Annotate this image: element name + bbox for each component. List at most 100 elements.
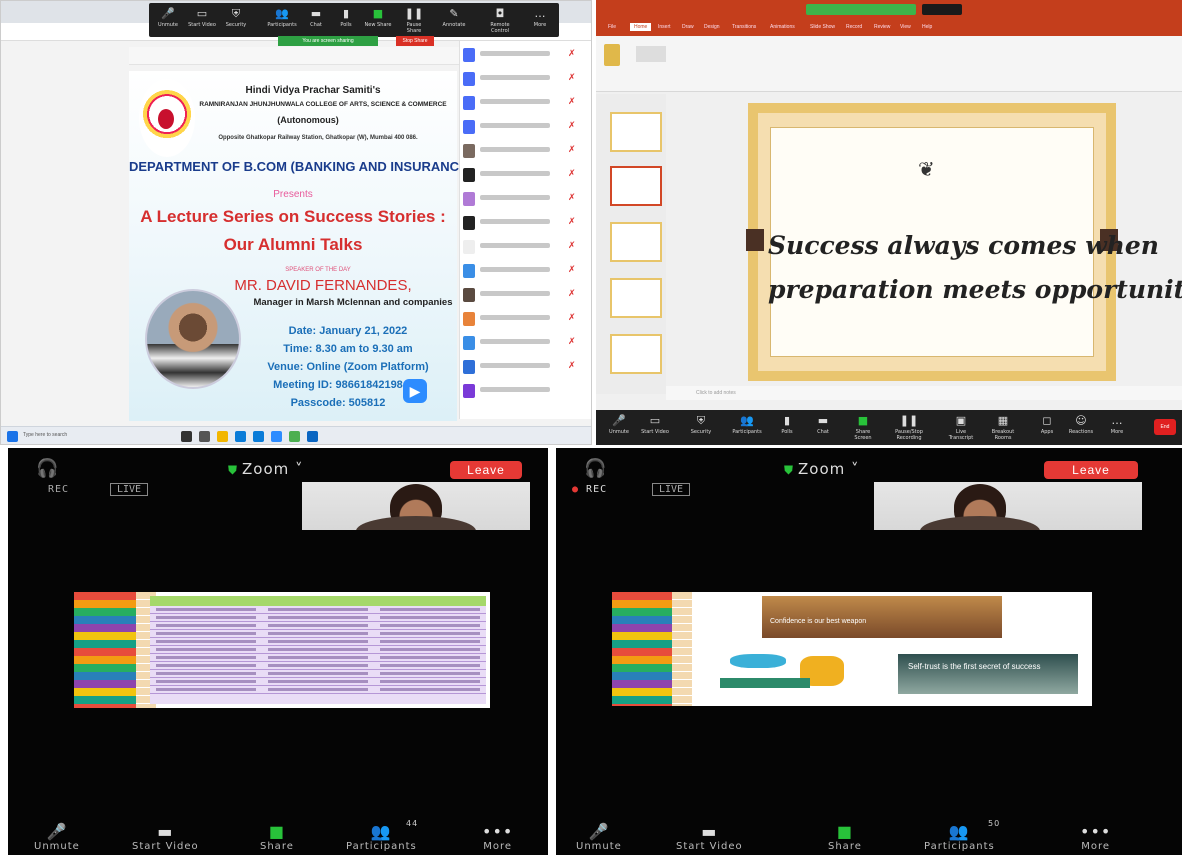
- slide-thumbnail[interactable]: [610, 278, 662, 318]
- tab-slide-show[interactable]: Slide Show: [810, 24, 835, 30]
- tab-insert[interactable]: Insert: [658, 24, 671, 30]
- headphones-icon[interactable]: 🎧: [36, 458, 58, 479]
- slide-thumbnail[interactable]: [610, 222, 662, 262]
- security-button[interactable]: ⛨ Security: [686, 413, 716, 441]
- app-icon[interactable]: [253, 431, 264, 442]
- chat-button[interactable]: ▬ Chat: [808, 413, 838, 441]
- new-share-button[interactable]: ■ New Share: [363, 6, 393, 34]
- mic-muted-icon[interactable]: ✗: [568, 360, 576, 371]
- slide-thumbnail-selected[interactable]: [610, 166, 662, 206]
- mic-muted-icon[interactable]: ✗: [568, 72, 576, 83]
- mic-muted-icon[interactable]: ✗: [568, 48, 576, 59]
- leave-button[interactable]: Leave: [450, 461, 522, 479]
- end-meeting-button[interactable]: End: [1154, 419, 1176, 435]
- mic-muted-icon[interactable]: ✗: [568, 264, 576, 275]
- participant-row[interactable]: ✗: [460, 117, 591, 137]
- pause-share-button[interactable]: ❚❚ Pause Share: [399, 6, 429, 34]
- tab-home[interactable]: Home: [630, 23, 652, 31]
- tab-draw[interactable]: Draw: [682, 24, 694, 30]
- zoom-title[interactable]: ⛊ Zoom ˅: [784, 460, 860, 478]
- taskbar-search[interactable]: Type here to search: [23, 432, 67, 438]
- annotate-button[interactable]: ✎ Annotate: [439, 6, 469, 34]
- participants-button[interactable]: 👥 Participants: [267, 6, 297, 34]
- tab-review[interactable]: Review: [874, 24, 890, 30]
- polls-button[interactable]: ▮ Polls: [772, 413, 802, 441]
- mic-muted-icon[interactable]: ✗: [568, 216, 576, 227]
- search-icon[interactable]: [181, 431, 192, 442]
- live-transcript-button[interactable]: ▣ Live Transcript: [946, 413, 976, 441]
- start-video-button[interactable]: ▬ Start Video: [132, 823, 199, 853]
- chrome-icon[interactable]: [289, 431, 300, 442]
- participant-row[interactable]: ✗: [460, 285, 591, 305]
- tab-view[interactable]: View: [900, 24, 911, 30]
- windows-start-icon[interactable]: [7, 431, 18, 442]
- view-options-button[interactable]: [922, 4, 962, 15]
- more-button[interactable]: ••• More: [482, 823, 513, 853]
- participant-row[interactable]: ✗: [460, 309, 591, 329]
- participant-row[interactable]: ✗: [460, 261, 591, 281]
- participant-row[interactable]: [460, 381, 591, 401]
- participants-button[interactable]: 👥 Participants: [732, 413, 762, 441]
- start-video-button[interactable]: ▭ Start Video: [640, 413, 670, 441]
- more-button[interactable]: ••• More: [1080, 823, 1111, 853]
- tab-record[interactable]: Record: [846, 24, 862, 30]
- mic-muted-icon[interactable]: ✗: [568, 288, 576, 299]
- unmute-button[interactable]: 🎤 Unmute: [153, 6, 183, 34]
- participant-row[interactable]: ✗: [460, 165, 591, 185]
- leave-button[interactable]: Leave: [1044, 461, 1138, 479]
- apps-button[interactable]: ◻ Apps: [1032, 413, 1062, 441]
- tab-file[interactable]: File: [608, 24, 616, 30]
- mic-muted-icon[interactable]: ✗: [568, 96, 576, 107]
- more-button[interactable]: … More: [1102, 413, 1132, 441]
- mic-muted-icon[interactable]: ✗: [568, 336, 576, 347]
- headphones-icon[interactable]: 🎧: [584, 458, 606, 479]
- paste-icon[interactable]: [604, 44, 620, 66]
- mic-muted-icon[interactable]: ✗: [568, 192, 576, 203]
- share-button[interactable]: ■ Share: [828, 823, 862, 853]
- slide-thumbnail[interactable]: [610, 334, 662, 374]
- mic-muted-icon[interactable]: ✗: [568, 120, 576, 131]
- breakout-rooms-button[interactable]: ▦ Breakout Rooms: [988, 413, 1018, 441]
- tab-animations[interactable]: Animations: [770, 24, 795, 30]
- participant-row[interactable]: ✗: [460, 141, 591, 161]
- slide-canvas[interactable]: ❦ Success always comes when preparation …: [746, 103, 1182, 381]
- share-button[interactable]: ■ Share: [260, 823, 294, 853]
- start-video-button[interactable]: ▭ Start Video: [187, 6, 217, 34]
- share-screen-button[interactable]: ■ Share Screen: [848, 413, 878, 441]
- speaker-video[interactable]: [874, 482, 1142, 530]
- participants-button[interactable]: 👥 44 Participants: [346, 819, 417, 852]
- mic-muted-icon[interactable]: ✗: [568, 144, 576, 155]
- participant-row[interactable]: ✗: [460, 333, 591, 353]
- participant-row[interactable]: ✗: [460, 93, 591, 113]
- reactions-button[interactable]: ☺ Reactions: [1066, 413, 1096, 441]
- zoom-title[interactable]: ⛊ Zoom ˅: [228, 460, 304, 478]
- pause-recording-button[interactable]: ❚❚ Pause/Stop Recording: [894, 413, 924, 441]
- tab-transitions[interactable]: Transitions: [732, 24, 756, 30]
- file-explorer-icon[interactable]: [217, 431, 228, 442]
- remote-control-button[interactable]: ◘ Remote Control: [485, 6, 515, 34]
- chat-button[interactable]: ▬ Chat: [301, 6, 331, 34]
- zoom-app-icon[interactable]: [271, 431, 282, 442]
- participant-row[interactable]: ✗: [460, 69, 591, 89]
- security-button[interactable]: ⛨ Security: [221, 6, 251, 34]
- mic-muted-icon[interactable]: ✗: [568, 168, 576, 179]
- mic-muted-icon[interactable]: ✗: [568, 312, 576, 323]
- speaker-video[interactable]: [302, 482, 530, 530]
- app-icon[interactable]: [235, 431, 246, 442]
- app-icon[interactable]: [307, 431, 318, 442]
- polls-button[interactable]: ▮ Polls: [331, 6, 361, 34]
- tab-help[interactable]: Help: [922, 24, 932, 30]
- participant-row[interactable]: ✗: [460, 45, 591, 65]
- participant-row[interactable]: ✗: [460, 213, 591, 233]
- unmute-button[interactable]: 🎤 Unmute: [34, 823, 80, 853]
- more-button[interactable]: … More: [525, 6, 555, 34]
- slide-thumbnail[interactable]: [610, 112, 662, 152]
- start-video-button[interactable]: ▬ Start Video: [676, 823, 743, 853]
- notes-pane[interactable]: Click to add notes: [666, 386, 1182, 400]
- unmute-button[interactable]: 🎤 Unmute: [576, 823, 622, 853]
- participants-button[interactable]: 👥 50 Participants: [924, 819, 999, 852]
- stop-share-button[interactable]: Stop Share: [396, 36, 434, 46]
- participant-row[interactable]: ✗: [460, 357, 591, 377]
- participant-row[interactable]: ✗: [460, 237, 591, 257]
- task-view-icon[interactable]: [199, 431, 210, 442]
